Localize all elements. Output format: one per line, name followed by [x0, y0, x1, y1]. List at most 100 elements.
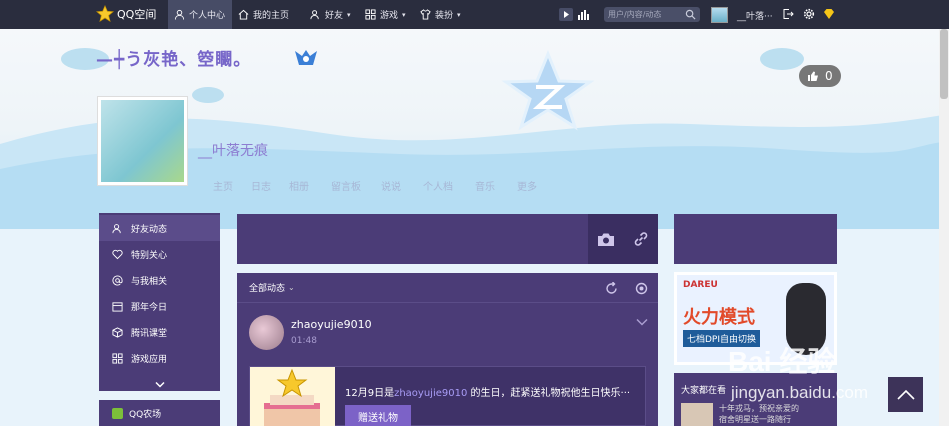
subnav-music[interactable]: 音乐 — [475, 178, 517, 193]
subnav-profile[interactable]: 个人档 — [423, 178, 475, 193]
bday-user-link[interactable]: zhaoyujie9010 — [394, 388, 467, 399]
like-button[interactable]: 0 — [799, 65, 841, 87]
subnav-shuoshuo[interactable]: 说说 — [381, 178, 423, 193]
right-top-panel — [674, 214, 837, 264]
search-icon[interactable] — [685, 9, 696, 20]
sidebar-item-label: 与我相关 — [131, 276, 168, 287]
play-icon[interactable] — [559, 8, 573, 21]
calendar-icon — [112, 301, 123, 312]
sidebar-item-special-care[interactable]: 特别关心 — [99, 241, 220, 267]
at-icon — [112, 274, 123, 286]
refresh-icon[interactable] — [605, 282, 618, 295]
post-author-name[interactable]: zhaoyujie9010 — [291, 318, 372, 331]
ad-title: 火力模式 — [683, 307, 755, 328]
chevron-down-icon[interactable] — [636, 318, 648, 326]
subnav-home[interactable]: 主页 — [213, 178, 251, 193]
sidebar-item-label: 好友动态 — [131, 224, 168, 235]
subnav-guestbook[interactable]: 留言板 — [331, 178, 381, 193]
shirt-icon — [420, 9, 431, 20]
back-to-top-button[interactable] — [888, 377, 923, 412]
birthday-card: 12月9日是zhaoyujie9010 的生日，赶紧送礼物祝他生日快乐··· 赠… — [249, 366, 646, 426]
sidebar-item-tencent-classroom[interactable]: 腾讯课堂 — [99, 319, 220, 345]
chevron-down-icon[interactable]: ⌄ — [288, 283, 295, 292]
farm-icon — [112, 407, 123, 419]
sidebar-item-label: QQ农场 — [129, 409, 162, 420]
search-placeholder: 用户/内容/动态 — [608, 10, 662, 19]
left-sidebar: 好友动态 特别关心 与我相关 那年今日 腾讯课堂 游戏应用 — [99, 213, 220, 391]
logo-text: QQ空间 — [117, 8, 157, 21]
recommend-line-2: 宿舍明星送一路随行 — [719, 415, 791, 424]
nav-decorate[interactable]: 装扮 ▾ — [420, 0, 461, 29]
grid-icon — [365, 9, 376, 20]
subnav-more[interactable]: 更多 — [517, 178, 547, 193]
search-input[interactable]: 用户/内容/动态 — [604, 7, 700, 22]
subnav-album[interactable]: 相册 — [289, 178, 331, 193]
watermark-url: jingyan.baidu.com — [731, 383, 869, 402]
sidebar-item-this-day[interactable]: 那年今日 — [99, 293, 220, 319]
sidebar-item-qq-farm[interactable]: QQ农场 — [99, 400, 220, 426]
equalizer-icon[interactable] — [576, 8, 590, 21]
logout-icon[interactable] — [782, 8, 794, 20]
scrollbar-thumb[interactable] — [940, 29, 948, 99]
post-composer[interactable] — [237, 214, 658, 264]
nav-friends[interactable]: 好友 ▾ — [310, 0, 351, 29]
bday-suffix: 的生日，赶紧送礼物祝他生日快乐··· — [467, 388, 631, 399]
sidebar-item-related-to-me[interactable]: 与我相关 — [99, 267, 220, 293]
send-gift-button[interactable]: 赠送礼物 — [345, 405, 411, 426]
home-icon — [238, 9, 249, 20]
chevron-down-icon: ▾ — [347, 10, 351, 19]
nickname[interactable]: __叶落无痕 — [198, 140, 268, 160]
star-icon — [96, 5, 114, 22]
thumbs-up-icon — [808, 71, 818, 81]
profile-picture[interactable] — [97, 96, 188, 186]
feed-header: 全部动态 ⌄ — [237, 273, 658, 303]
feed-filter[interactable]: 全部动态 — [249, 281, 285, 294]
post-author-avatar[interactable] — [249, 315, 284, 350]
gear-icon[interactable] — [803, 8, 815, 20]
bday-prefix: 12月9日是 — [345, 388, 395, 399]
nav-personal-center[interactable]: 个人中心 — [168, 0, 232, 29]
expand-button[interactable] — [99, 378, 220, 391]
link-button[interactable] — [623, 214, 658, 264]
heart-icon — [112, 249, 123, 259]
username[interactable]: __叶落··· — [737, 9, 773, 22]
nav-label: 好友 — [325, 11, 344, 21]
sidebar-item-label: 那年今日 — [131, 302, 168, 313]
nav-label: 游戏 — [380, 11, 399, 21]
recommend-title: 大家都在看 — [681, 386, 727, 396]
nav-my-home[interactable]: 我的主页 — [238, 0, 289, 29]
profile-image — [101, 100, 184, 182]
chevron-up-icon — [896, 389, 915, 400]
sidebar-item-game-apps[interactable]: 游戏应用 — [99, 345, 220, 371]
nav-label: 装扮 — [435, 11, 454, 21]
profile-subnav: 主页 日志 相册 留言板 说说 个人档 音乐 更多 — [213, 178, 547, 193]
diamond-icon[interactable] — [823, 8, 835, 20]
composer-tools — [588, 214, 658, 264]
subnav-blog[interactable]: 日志 — [251, 178, 289, 193]
chevron-down-icon: ▾ — [402, 10, 406, 19]
user-avatar[interactable] — [711, 7, 728, 23]
chevron-down-icon — [154, 381, 165, 388]
camera-button[interactable] — [588, 214, 623, 264]
nav-label: 个人中心 — [189, 11, 226, 21]
space-title: —┿う灰艳、箜矙。 — [96, 50, 252, 70]
sidebar-item-label: 特别关心 — [131, 250, 168, 261]
recommend-thumbnail[interactable] — [681, 403, 713, 426]
settings-icon[interactable] — [635, 282, 648, 295]
nav-games[interactable]: 游戏 ▾ — [365, 0, 406, 29]
apps-icon — [112, 352, 123, 364]
ad-brand: DAREU — [683, 280, 718, 290]
like-count: 0 — [825, 69, 833, 83]
sidebar-item-friends-feed[interactable]: 好友动态 — [99, 215, 220, 241]
person-icon — [174, 9, 185, 20]
birthday-cake-image — [250, 367, 335, 426]
qzone-logo[interactable]: QQ空间 — [96, 5, 156, 23]
recommend-text[interactable]: 十年戎马，预祝亲爱的 宿舍明星送一路随行 — [719, 403, 799, 425]
nav-label: 我的主页 — [253, 11, 290, 21]
sidebar-item-label: 游戏应用 — [131, 354, 168, 365]
camera-icon — [597, 233, 614, 246]
link-icon — [634, 232, 647, 246]
watermark-logo: Bai 经验 — [728, 346, 836, 377]
feed-panel: 全部动态 ⌄ zhaoyujie9010 01:48 12月9日是zhaoyuj… — [237, 273, 658, 426]
cube-icon — [112, 326, 123, 338]
